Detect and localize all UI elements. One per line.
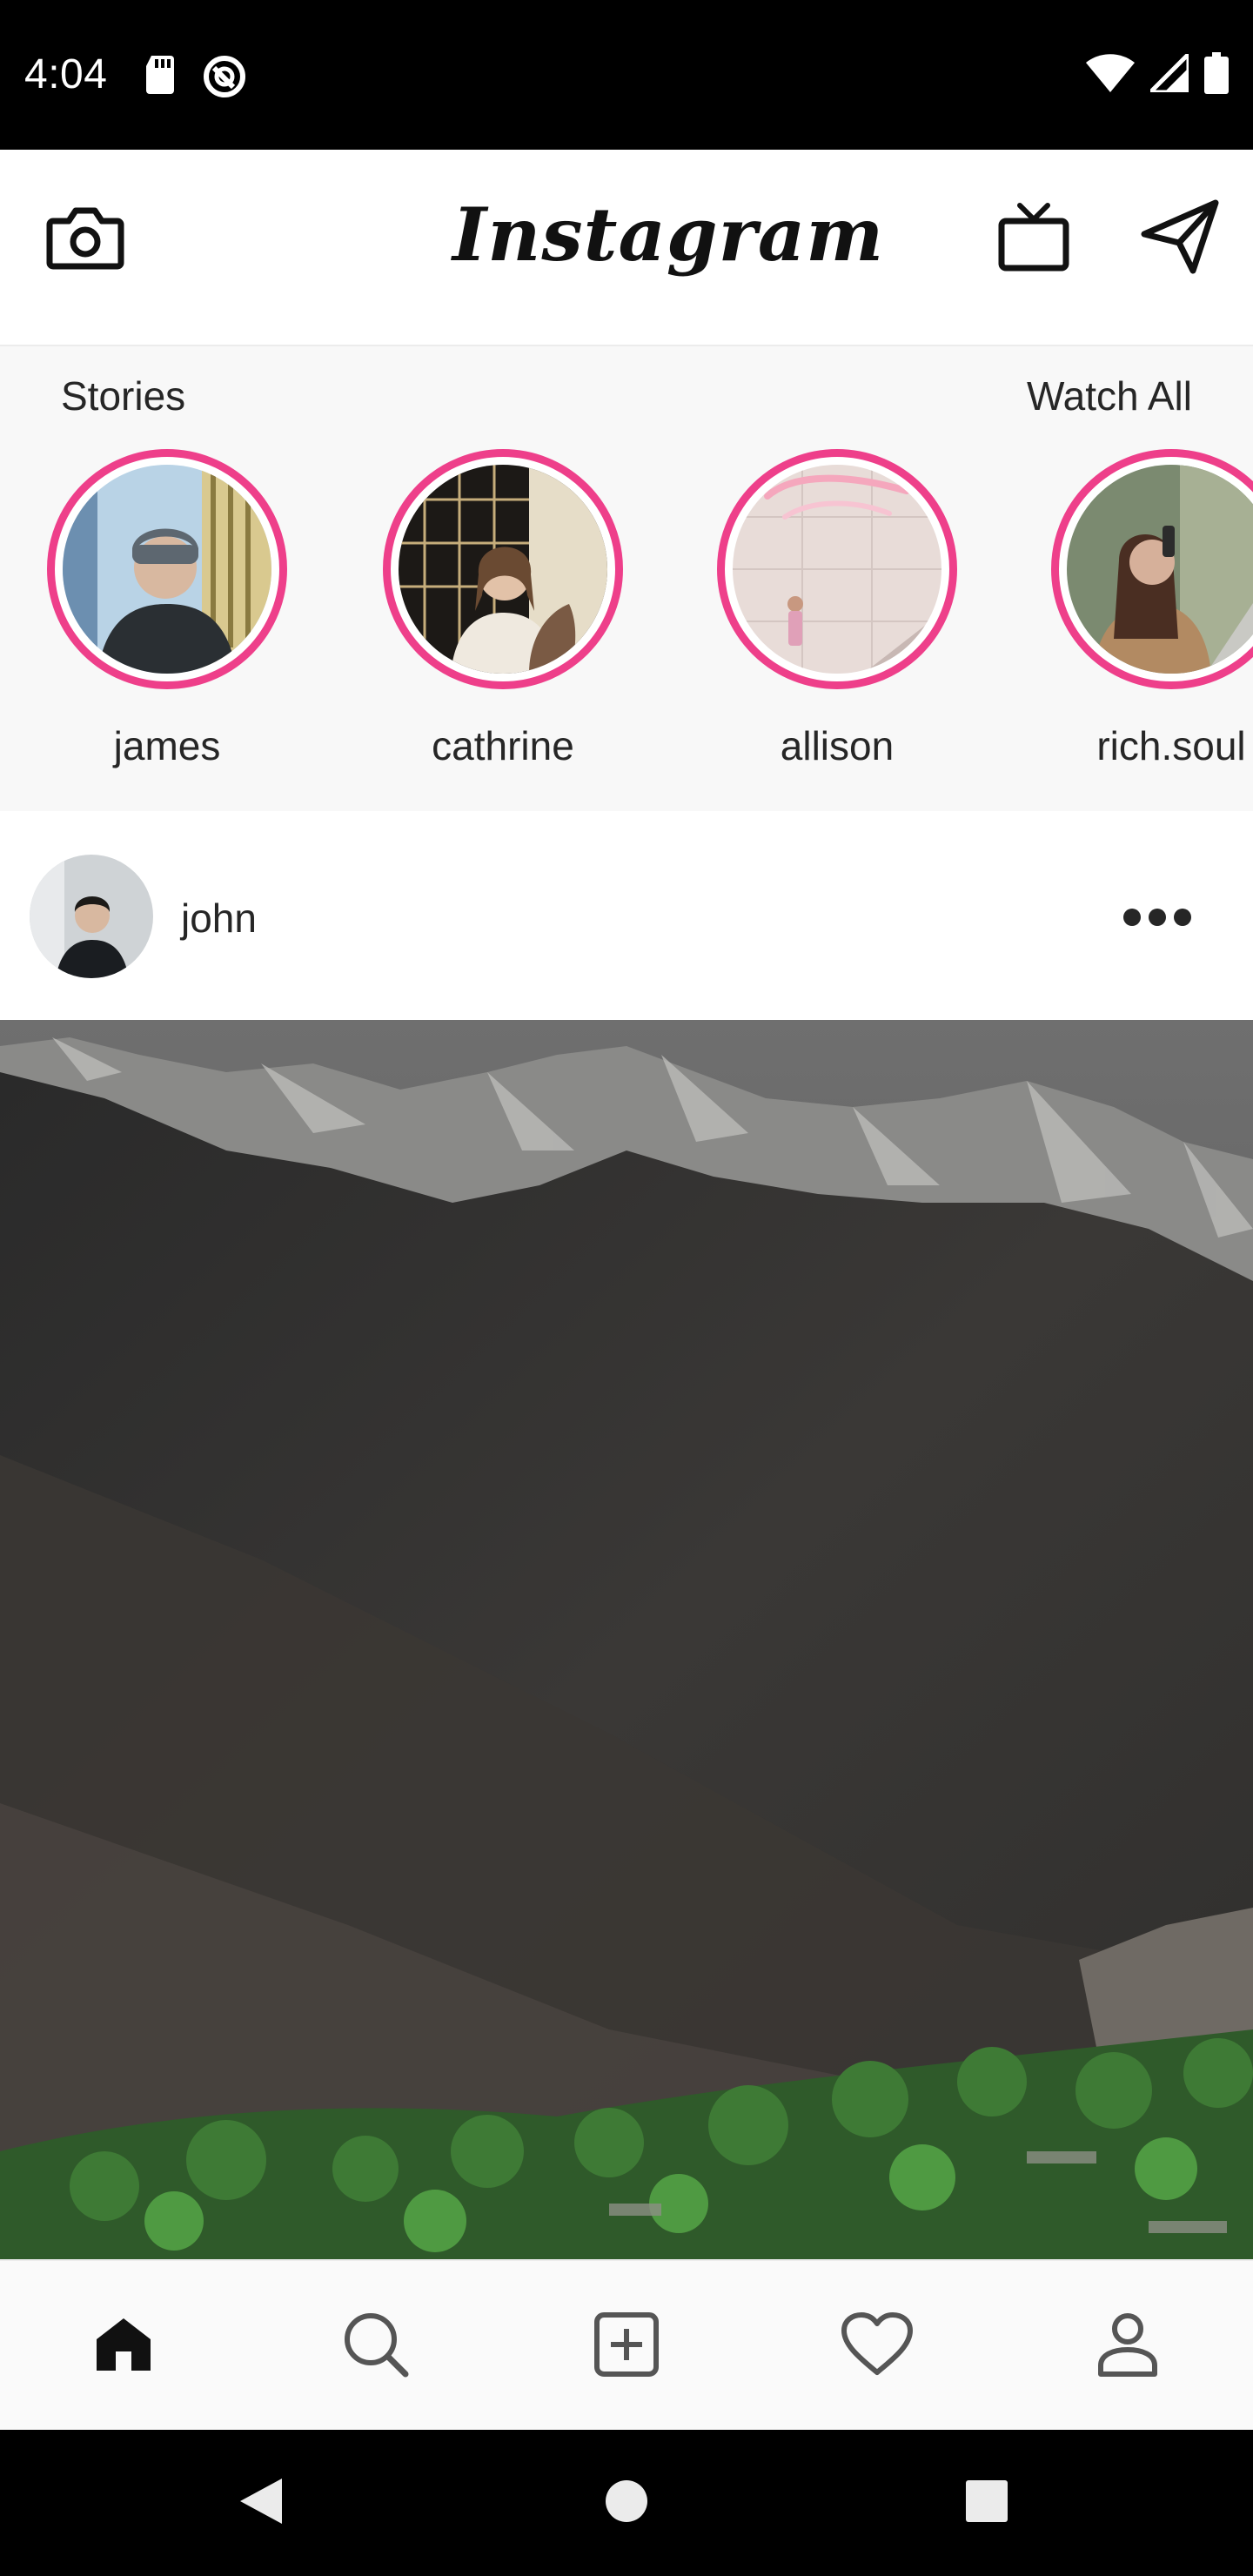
bottom-navigation [0,2259,1253,2430]
story-ring [47,449,287,689]
nav-activity[interactable] [834,2303,921,2390]
back-icon [237,2475,285,2532]
story-ring [717,449,957,689]
back-button[interactable] [224,2466,298,2539]
story-avatar [63,465,271,674]
add-post-icon [593,2311,660,2382]
story-avatar [399,465,607,674]
recents-icon [964,2479,1009,2528]
cellular-icon [1144,48,1191,97]
nav-profile[interactable] [1084,2303,1171,2390]
app-header: Instagram [0,150,1253,320]
recents-button[interactable] [950,2466,1023,2539]
status-bar: 4:04 [0,0,1253,150]
post-author-avatar[interactable] [30,855,153,978]
instagram-logo: Instagram [452,191,885,278]
post-header: john [0,811,1253,1020]
story-ring [383,449,623,689]
story-name: allison [780,723,895,768]
home-button[interactable] [590,2466,663,2539]
story-item[interactable]: allison [707,449,968,780]
stories-title: Stories [61,373,186,419]
story-avatar [733,465,941,674]
nav-add-post[interactable] [583,2303,670,2390]
story-name: james [113,723,221,768]
story-item[interactable]: james [37,449,298,780]
home-circle-icon [604,2479,649,2528]
stories-section: Stories Watch All james cathrine allison… [0,345,1253,811]
igtv-button[interactable] [990,195,1077,282]
profile-icon [1097,2311,1158,2382]
post-image[interactable] [0,1020,1253,2259]
battery-icon [1204,52,1229,98]
direct-message-button[interactable] [1136,195,1223,282]
system-navigation [0,2430,1253,2576]
story-item[interactable]: rich.soul [1041,449,1253,780]
search-icon [343,2311,409,2382]
story-name: rich.soul [1096,723,1246,768]
camera-icon [46,202,124,276]
wifi-icon [1086,54,1135,97]
home-icon [95,2317,152,2377]
do-not-disturb-icon [202,54,247,104]
post-username[interactable]: john [181,895,257,942]
watch-all-link[interactable]: Watch All [1027,372,1192,419]
camera-button[interactable] [42,195,129,282]
story-avatar [1067,465,1253,674]
story-ring [1051,449,1253,689]
nav-home[interactable] [80,2303,167,2390]
tv-icon [997,200,1070,278]
status-time: 4:04 [24,51,108,97]
more-dots-icon[interactable] [1114,891,1201,943]
send-icon [1141,199,1219,278]
story-name: cathrine [432,723,574,768]
sd-card-icon [143,54,178,104]
story-item[interactable]: cathrine [372,449,633,780]
nav-search[interactable] [332,2303,419,2390]
heart-icon [841,2311,914,2382]
